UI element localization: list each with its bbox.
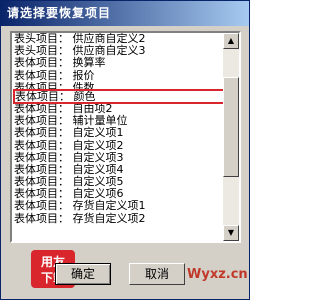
highlight-annotation-box <box>13 89 227 104</box>
dialog-title: 请选择要恢复项目 <box>1 1 249 26</box>
cancel-button[interactable]: 取消 <box>129 263 185 285</box>
list-item[interactable]: 表体项目： 报价 <box>12 69 222 82</box>
scroll-down-arrow-icon[interactable]: ▼ <box>223 225 239 241</box>
list-item[interactable]: 表体项目： 自定义项1 <box>12 127 222 139</box>
list-item[interactable]: 表体项目： 自定义项2 <box>12 139 222 152</box>
items-listbox[interactable]: 表头项目： 供应商自定义2 表头项目： 供应商自定义3 表体项目： 换算率 表体… <box>10 31 241 243</box>
list-item[interactable]: 表体项目： 存货自定义项1 <box>12 200 222 212</box>
ok-button[interactable]: 确定 <box>55 263 111 285</box>
list-item[interactable]: 表体项目： 存货自定义项2 <box>12 212 222 225</box>
scroll-thumb[interactable] <box>223 77 239 177</box>
items-list: 表头项目： 供应商自定义2 表头项目： 供应商自定义3 表体项目： 换算率 表体… <box>12 33 222 225</box>
watermark-text: Wyxz.cn <box>187 267 248 282</box>
scroll-up-arrow-icon[interactable]: ▲ <box>223 33 239 49</box>
restore-items-dialog: 请选择要恢复项目 表头项目： 供应商自定义2 表头项目： 供应商自定义3 表体项… <box>0 0 250 300</box>
list-item[interactable]: 表体项目： 换算率 <box>12 57 222 69</box>
vertical-scrollbar[interactable]: ▲ ▼ <box>223 33 239 241</box>
